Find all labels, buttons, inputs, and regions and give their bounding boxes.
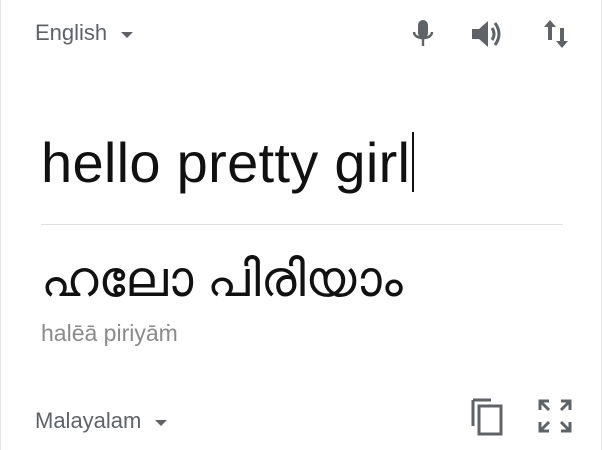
swap-languages-icon: [544, 20, 568, 48]
transliteration-text: halēā piriyāṁ: [41, 320, 178, 346]
chevron-down-icon: [155, 419, 168, 426]
fullscreen-button[interactable]: [535, 396, 575, 436]
fullscreen-icon: [538, 399, 572, 433]
source-language-selector[interactable]: English: [35, 20, 134, 46]
chevron-down-icon: [121, 31, 134, 38]
source-language-label: English: [35, 20, 108, 45]
translation-text: ഹലോ പിരിയാം: [41, 251, 403, 307]
mic-button[interactable]: [403, 14, 443, 54]
copy-icon: [471, 398, 503, 436]
swap-languages-button[interactable]: [536, 14, 576, 54]
speaker-icon: [472, 21, 501, 47]
target-language-selector[interactable]: Malayalam: [35, 408, 168, 434]
source-text: hello pretty girl: [41, 131, 411, 194]
source-text-input[interactable]: hello pretty girl: [41, 130, 415, 195]
copy-button[interactable]: [467, 396, 507, 436]
speaker-button[interactable]: [468, 14, 508, 54]
text-cursor: [412, 132, 415, 192]
divider: [41, 224, 563, 225]
mic-icon: [412, 20, 434, 46]
translate-card: English hello pretty girl ഹലോ പിരിയാം ha…: [0, 0, 602, 450]
target-language-label: Malayalam: [35, 408, 142, 433]
